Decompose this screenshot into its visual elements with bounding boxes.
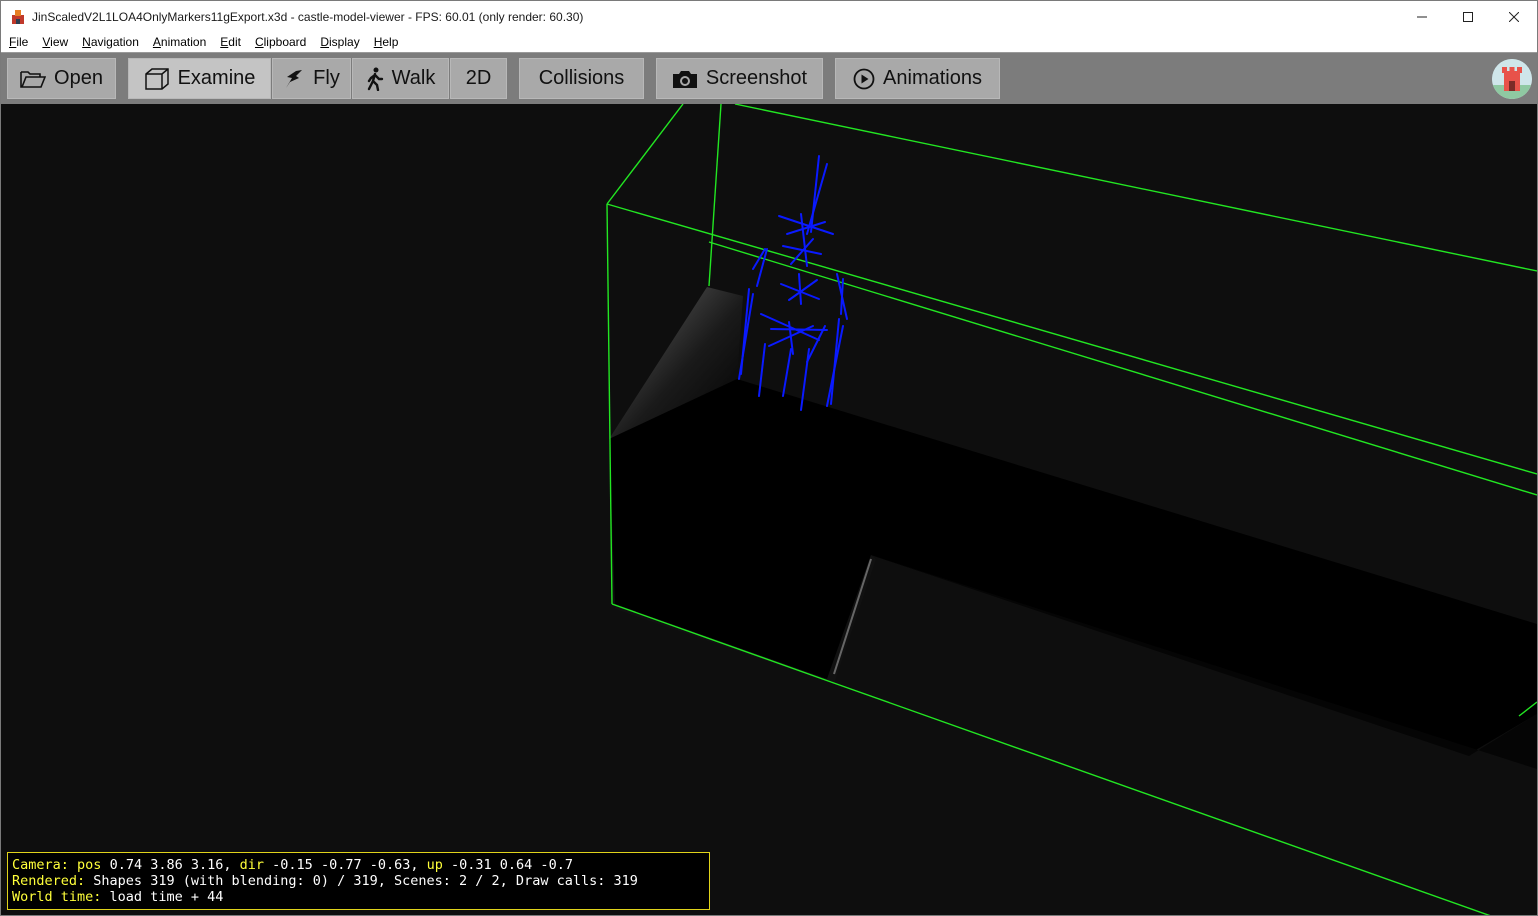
collisions-label: Collisions: [538, 67, 625, 89]
hud-world-time-label: World time:: [12, 889, 102, 905]
castle-app-icon: [12, 9, 24, 24]
close-button[interactable]: [1491, 1, 1537, 32]
examine-label: Examine: [177, 67, 256, 89]
menu-clipboard[interactable]: Clipboard: [255, 35, 306, 49]
2d-button[interactable]: 2D: [450, 58, 507, 99]
minimize-icon: [1417, 16, 1427, 17]
fly-label: Fly: [313, 67, 340, 89]
menu-display[interactable]: Display: [320, 35, 359, 49]
play-circle-icon: [853, 68, 875, 89]
3d-scene[interactable]: [1, 104, 1537, 916]
hud-camera-label: Camera:: [12, 857, 69, 873]
examine-button[interactable]: Examine: [128, 58, 271, 99]
screenshot-label: Screenshot: [705, 67, 808, 89]
castle-logo[interactable]: [1492, 59, 1532, 99]
open-label: Open: [54, 67, 103, 89]
box-front-face: [609, 379, 1537, 754]
maximize-button[interactable]: [1445, 1, 1491, 32]
cube-icon: [144, 67, 169, 90]
2d-label: 2D: [465, 67, 492, 89]
hud-pos-label: pos: [77, 857, 102, 873]
hud-up-label: up: [426, 857, 443, 873]
hud-dir-value: -0.15 -0.77 -0.63,: [272, 857, 419, 873]
menu-animation[interactable]: Animation: [153, 35, 206, 49]
castle-logo-icon: [1492, 59, 1532, 99]
toolbar: Open Examine Fly Walk 2D Collisions Scre…: [1, 52, 1537, 104]
screenshot-button[interactable]: Screenshot: [656, 58, 823, 99]
folder-open-icon: [20, 70, 47, 88]
title-bar[interactable]: JinScaledV2L1LOA4OnlyMarkers11gExport.x3…: [1, 1, 1537, 32]
menu-bar: File View Navigation Animation Edit Clipboard…: [1, 32, 1537, 52]
menu-file[interactable]: File: [9, 35, 28, 49]
animations-label: Animations: [883, 67, 982, 89]
camera-icon: [672, 70, 697, 88]
walk-icon: [367, 67, 383, 91]
fly-icon: [286, 69, 303, 88]
window-title: JinScaledV2L1LOA4OnlyMarkers11gExport.x3…: [32, 9, 584, 24]
walk-button[interactable]: Walk: [352, 58, 449, 99]
menu-view[interactable]: View: [42, 35, 68, 49]
hud-dir-label: dir: [239, 857, 265, 873]
fly-button[interactable]: Fly: [272, 58, 351, 99]
menu-navigation[interactable]: Navigation: [82, 35, 139, 49]
skeleton-markers: [738, 155, 848, 411]
minimize-button[interactable]: [1399, 1, 1445, 32]
hud-overlay: Camera: pos 0.74 3.86 3.16, dir -0.15 -0…: [7, 852, 710, 910]
hud-rendered-value: Shapes 319 (with blending: 0) / 319, Sce…: [93, 873, 638, 889]
animations-button[interactable]: Animations: [835, 58, 1000, 99]
collisions-button[interactable]: Collisions: [519, 58, 644, 99]
hud-rendered-label: Rendered:: [12, 873, 86, 889]
close-icon: [1509, 11, 1519, 22]
menu-help[interactable]: Help: [374, 35, 399, 49]
app-window: JinScaledV2L1LOA4OnlyMarkers11gExport.x3…: [0, 0, 1538, 916]
open-button[interactable]: Open: [7, 58, 116, 99]
walk-label: Walk: [391, 67, 436, 89]
maximize-icon: [1463, 11, 1473, 22]
hud-world-time-value: load time + 44: [109, 889, 224, 905]
menu-edit[interactable]: Edit: [220, 35, 241, 49]
hud-pos-value: 0.74 3.86 3.16,: [109, 857, 232, 873]
3d-viewport[interactable]: Camera: pos 0.74 3.86 3.16, dir -0.15 -0…: [1, 104, 1537, 916]
hud-up-value: -0.31 0.64 -0.7: [451, 857, 573, 873]
